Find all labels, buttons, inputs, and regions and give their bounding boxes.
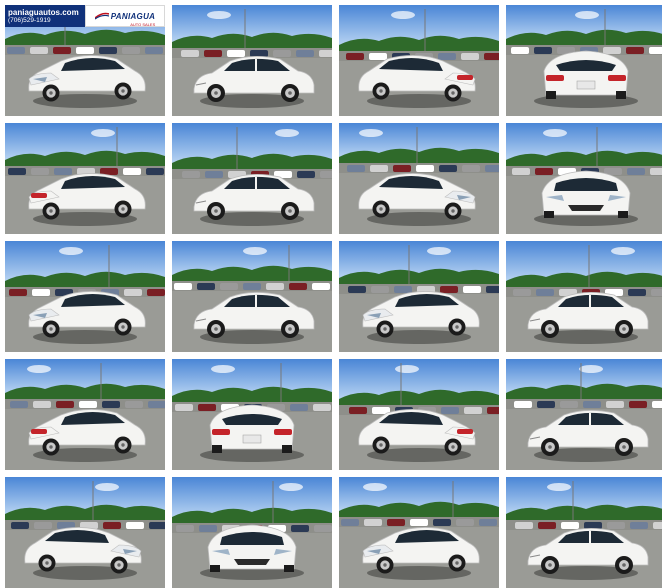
car-photo-thumbnail[interactable] <box>339 241 499 352</box>
car-photo <box>172 5 332 116</box>
car-photo-thumbnail[interactable] <box>506 123 662 234</box>
brand-name: PANIAGUA <box>110 11 156 21</box>
car-photo-thumbnail[interactable] <box>5 123 165 234</box>
car-photo-thumbnail[interactable] <box>506 241 662 352</box>
car-photo-thumbnail[interactable] <box>172 359 332 470</box>
car-photo-thumbnail[interactable] <box>339 123 499 234</box>
dealer-logo: PANIAGUA AUTO SALES <box>85 5 165 27</box>
dealer-website[interactable]: paniaguautos.com <box>8 8 85 17</box>
car-photo-thumbnail[interactable]: paniaguautos.com (706)529-1919 PANIAGUA … <box>5 5 165 116</box>
car-photo-thumbnail[interactable] <box>506 477 662 588</box>
car-photo-thumbnail[interactable] <box>5 241 165 352</box>
car-photo-thumbnail[interactable] <box>506 5 662 116</box>
car-photo-thumbnail[interactable] <box>339 359 499 470</box>
car-photo-thumbnail[interactable] <box>339 477 499 588</box>
car-photo <box>339 241 499 352</box>
swoosh-icon <box>94 12 109 20</box>
car-photo <box>5 477 165 588</box>
dealer-phone: (706)529-1919 <box>8 16 51 24</box>
photo-gallery-grid: paniaguautos.com (706)529-1919 PANIAGUA … <box>0 0 662 588</box>
brand-subtitle: AUTO SALES <box>130 21 156 27</box>
car-photo <box>339 477 499 588</box>
car-photo <box>339 5 499 116</box>
car-photo <box>5 359 165 470</box>
car-photo <box>172 359 332 470</box>
car-photo <box>339 123 499 234</box>
car-photo-thumbnail[interactable] <box>5 359 165 470</box>
dealer-contact: paniaguautos.com (706)529-1919 <box>5 5 85 27</box>
car-photo <box>506 123 662 234</box>
car-photo-thumbnail[interactable] <box>172 123 332 234</box>
car-photo <box>5 241 165 352</box>
car-photo-thumbnail[interactable] <box>172 241 332 352</box>
car-photo <box>172 477 332 588</box>
car-photo <box>172 241 332 352</box>
car-photo <box>339 359 499 470</box>
car-photo <box>506 359 662 470</box>
car-photo-thumbnail[interactable] <box>506 359 662 470</box>
car-photo <box>506 241 662 352</box>
car-photo-thumbnail[interactable] <box>5 477 165 588</box>
car-photo <box>506 5 662 116</box>
car-photo-thumbnail[interactable] <box>339 5 499 116</box>
car-photo <box>172 123 332 234</box>
car-photo-thumbnail[interactable] <box>172 5 332 116</box>
car-photo <box>506 477 662 588</box>
dealer-banner: paniaguautos.com (706)529-1919 PANIAGUA … <box>5 5 165 27</box>
car-photo-thumbnail[interactable] <box>172 477 332 588</box>
car-photo <box>5 123 165 234</box>
